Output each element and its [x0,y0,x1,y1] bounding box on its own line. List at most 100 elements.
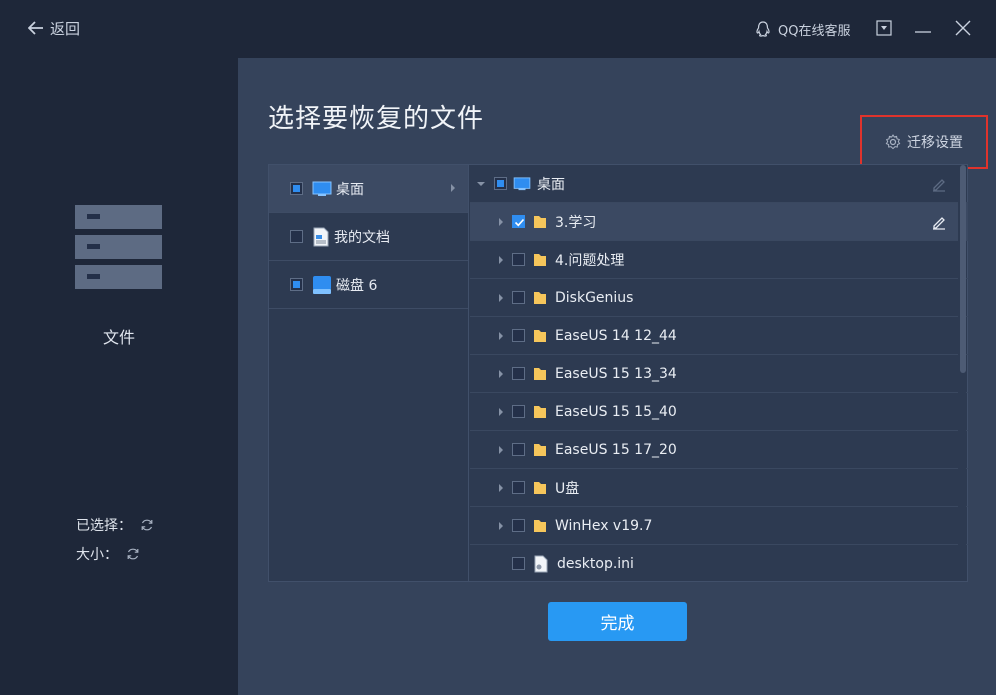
chevron-right-icon[interactable] [498,255,504,264]
scrollbar-thumb[interactable] [960,165,966,373]
location-checkbox[interactable] [290,182,303,195]
tree-item-file[interactable]: desktop.ini [470,545,968,581]
chevron-right-icon[interactable] [498,407,504,416]
folder-icon [534,253,546,266]
chevron-right-icon[interactable] [498,521,504,530]
chevron-right-icon [451,184,455,192]
size-label: 大小： [76,547,118,563]
folder-icon [534,367,546,380]
tree-checkbox[interactable] [512,215,525,228]
tree-checkbox[interactable] [512,519,525,532]
tree-item-label: 桌面 [537,176,565,193]
folder-icon [534,329,546,342]
qq-penguin-icon [756,21,770,37]
selected-size: 大小： [76,544,140,564]
migrate-settings-label: 迁移设置 [907,135,963,151]
tree-checkbox[interactable] [512,481,525,494]
tree-item-folder[interactable]: 3.学习 [470,203,968,241]
tree-checkbox[interactable] [512,253,525,266]
tree-item-folder[interactable]: WinHex v19.7 [470,507,968,545]
back-button[interactable]: 返回 [28,16,80,40]
tree-item-folder[interactable]: EaseUS 15 17_20 [470,431,968,469]
location-checkbox[interactable] [290,278,303,291]
minimize-icon [915,31,931,33]
folder-icon [534,291,546,304]
edit-pencil-icon[interactable] [931,214,947,230]
left-sidebar: 文件 已选择： 大小： [0,58,238,695]
selected-label: 已选择： [76,518,132,534]
close-icon [955,20,971,36]
chevron-right-icon[interactable] [498,369,504,378]
done-button[interactable]: 完成 [548,602,687,641]
edit-pencil-icon[interactable] [931,176,947,192]
tree-checkbox[interactable] [512,443,525,456]
window-menu-button[interactable] [873,17,895,39]
gear-icon [885,134,901,150]
tree-item-label: DiskGenius [555,289,634,306]
file-stack-icon [75,205,162,295]
tree-item-folder[interactable]: DiskGenius [470,279,968,317]
folder-icon [534,481,546,494]
disk-icon [313,275,331,294]
tree-checkbox[interactable] [494,177,507,190]
main-area: 选择要恢复的文件 迁移设置 桌面 我的文档 磁盘 6 桌面 3.学习 4.问题处… [238,58,996,695]
tree-item-label: EaseUS 15 17_20 [555,441,677,458]
settings-file-icon [534,555,548,572]
refresh-icon [141,519,153,531]
file-selection-panel: 桌面 我的文档 磁盘 6 桌面 3.学习 4.问题处理 DiskGenius E… [268,164,968,582]
folder-icon [534,519,546,532]
chevron-down-icon[interactable] [477,181,485,187]
back-label: 返回 [50,19,81,38]
location-item-documents[interactable]: 我的文档 [269,213,468,261]
desktop-icon [312,181,332,196]
tree-checkbox[interactable] [512,557,525,570]
tree-item-folder[interactable]: EaseUS 15 13_34 [470,355,968,393]
refresh-icon [127,548,139,560]
tree-root-desktop[interactable]: 桌面 [470,165,968,203]
folder-icon [534,405,546,418]
tree-checkbox[interactable] [512,329,525,342]
chevron-right-icon[interactable] [498,217,504,226]
location-label: 我的文档 [334,229,390,246]
arrow-left-icon [28,21,43,35]
folder-icon [534,215,546,228]
location-item-desktop[interactable]: 桌面 [269,165,468,213]
tree-checkbox[interactable] [512,405,525,418]
close-button[interactable] [952,17,974,39]
chevron-right-icon[interactable] [498,293,504,302]
selected-count: 已选择： [76,515,154,535]
desktop-icon [513,176,531,190]
tree-checkbox[interactable] [512,291,525,304]
chevron-right-icon[interactable] [498,445,504,454]
tree-item-label: WinHex v19.7 [555,517,653,534]
dropdown-box-icon [876,20,892,36]
title-bar: 返回 QQ在线客服 [0,0,996,58]
sidebar-label: 文件 [102,328,135,347]
tree-item-folder[interactable]: EaseUS 15 15_40 [470,393,968,431]
tree-item-label: EaseUS 15 13_34 [555,365,677,382]
minimize-button[interactable] [912,17,934,39]
file-tree: 桌面 3.学习 4.问题处理 DiskGenius EaseUS 14 12_4… [470,165,968,581]
chevron-right-icon[interactable] [498,483,504,492]
tree-checkbox[interactable] [512,367,525,380]
qq-support-link[interactable]: QQ在线客服 [754,17,850,41]
document-icon [313,227,329,246]
location-checkbox[interactable] [290,230,303,243]
location-list: 桌面 我的文档 磁盘 6 [269,165,469,581]
migrate-settings-button[interactable]: 迁移设置 [860,115,988,169]
tree-item-label: EaseUS 15 15_40 [555,403,677,420]
tree-item-folder[interactable]: EaseUS 14 12_44 [470,317,968,355]
tree-item-folder[interactable]: U盘 [470,469,968,507]
page-title: 选择要恢复的文件 [268,104,485,134]
location-item-disk[interactable]: 磁盘 6 [269,261,468,309]
location-label: 桌面 [336,181,364,198]
tree-item-label: U盘 [555,480,580,497]
tree-item-folder[interactable]: 4.问题处理 [470,241,968,279]
folder-icon [534,443,546,456]
location-label: 磁盘 6 [336,277,378,294]
qq-support-label: QQ在线客服 [778,23,851,39]
tree-item-label: 3.学习 [555,214,597,231]
tree-item-label: desktop.ini [557,555,634,572]
tree-item-label: EaseUS 14 12_44 [555,327,677,344]
chevron-right-icon[interactable] [498,331,504,340]
